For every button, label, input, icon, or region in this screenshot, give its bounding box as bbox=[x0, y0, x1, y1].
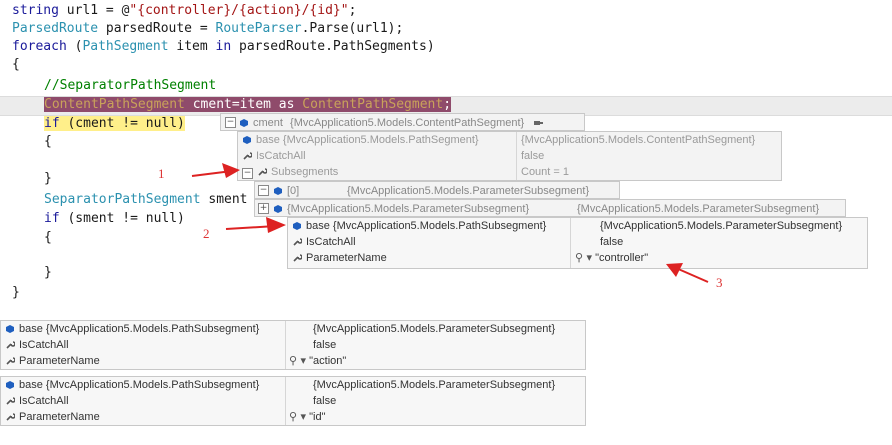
arrow-3 bbox=[666, 263, 709, 283]
annotation-label-1: 1 bbox=[158, 166, 165, 181]
annotation-label-2: 2 bbox=[203, 226, 210, 241]
annotation-label-3: 3 bbox=[716, 275, 723, 290]
arrow-2 bbox=[225, 217, 286, 233]
arrow-1 bbox=[191, 163, 240, 178]
annotation-arrows bbox=[191, 163, 709, 283]
